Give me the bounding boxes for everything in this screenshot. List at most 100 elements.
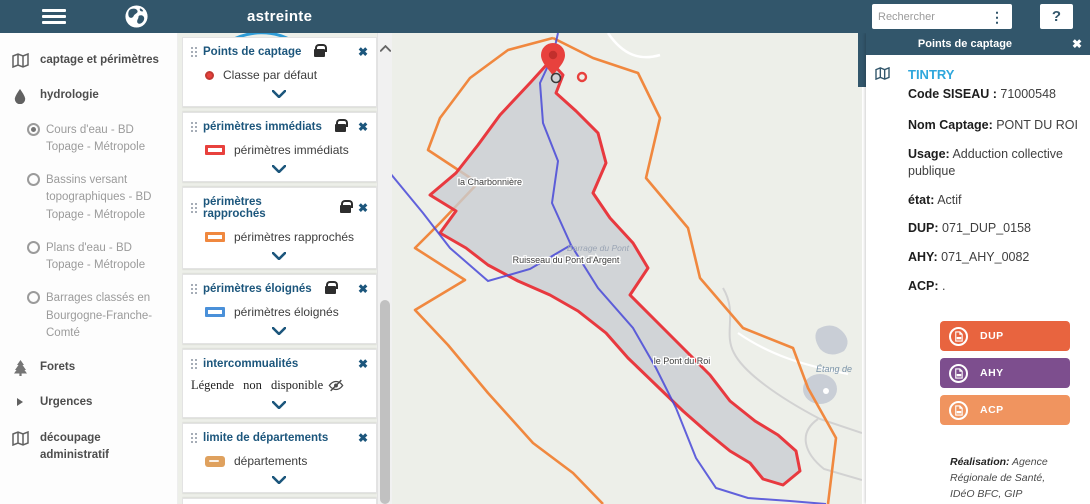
- document-buttons: DUP AHY ACP: [940, 321, 1070, 425]
- lock-icon: [314, 49, 325, 57]
- sidebar-item-label: Plans d'eau - BD Topage - Métropole: [46, 240, 169, 275]
- legend-swatch: [205, 456, 225, 467]
- layer-card-p-rim-tres-rapproch-s: périmètres rapprochés ✖ périmètres rappr…: [182, 187, 377, 269]
- map-label: Ruisseau du Pont d'Argent: [513, 255, 620, 265]
- legend-swatch: [205, 71, 214, 80]
- layers-panel-scrollbar[interactable]: [377, 33, 392, 504]
- radio: [0, 172, 46, 186]
- info-panel-title: Points de captage: [866, 38, 1064, 50]
- info-panel-body: TINTRY Code SISEAU : 71000548 Nom Captage…: [866, 55, 1090, 504]
- lock-icon: [335, 124, 346, 132]
- legend-label: périmètres immédiats: [234, 143, 349, 157]
- sidebar-item-cours-d-eau-bd-topage-m-trop[interactable]: Cours d'eau - BD Topage - Métropole: [0, 114, 177, 165]
- detail-label: AHY:: [908, 250, 938, 264]
- ahy-pdf-button[interactable]: AHY: [940, 358, 1070, 388]
- detail-label: Nom Captage:: [908, 118, 993, 132]
- sidebar-item-barrages-class-s-en-bourgogn[interactable]: Barrages classés en Bourgogne-Franche-Co…: [0, 282, 177, 350]
- sidebar-item-bassins-versant-topographiqu[interactable]: Bassins versant topographiques - BD Topa…: [0, 164, 177, 232]
- drag-handle-icon[interactable]: [191, 122, 193, 124]
- search-options-kebab-icon[interactable]: ⋮: [988, 10, 1006, 24]
- layer-card-limite-de-d-partements: limite de départements ✖ départements: [182, 423, 377, 493]
- detail-value: 071_DUP_0158: [939, 221, 1031, 235]
- drag-handle-icon[interactable]: [191, 284, 193, 286]
- search-input[interactable]: [878, 11, 988, 23]
- layer-close-icon[interactable]: ✖: [358, 283, 368, 295]
- info-panel-side-tab: [858, 33, 866, 87]
- pdf-button-label: DUP: [980, 330, 1004, 342]
- detail-row: Code SISEAU : 71000548: [908, 86, 1078, 103]
- layer-close-icon[interactable]: ✖: [358, 46, 368, 58]
- pdf-file-icon: [949, 364, 968, 383]
- layers-legend-panel: Points de captage ✖ Classe par défaut pé…: [182, 37, 377, 504]
- detail-value: Actif: [934, 193, 961, 207]
- layer-card-commune: commune ✖: [182, 498, 377, 504]
- sidebar-item-hydrologie[interactable]: hydrologie: [0, 78, 177, 113]
- sidebar-item-label: Bassins versant topographiques - BD Topa…: [46, 172, 169, 224]
- radio: [0, 240, 46, 254]
- layer-expand-chevron-icon[interactable]: [189, 470, 368, 488]
- dup-pdf-button[interactable]: DUP: [940, 321, 1070, 351]
- sidebar-item-plans-d-eau-bd-topage-m-trop[interactable]: Plans d'eau - BD Topage - Métropole: [0, 232, 177, 283]
- hamburger-menu-icon[interactable]: [42, 9, 66, 24]
- search-box: ⋮: [872, 4, 1012, 29]
- layer-expand-chevron-icon[interactable]: [189, 159, 368, 177]
- pdf-file-icon: [949, 327, 968, 346]
- layer-close-icon[interactable]: ✖: [358, 358, 368, 370]
- legend-label: périmètres éloignés: [234, 305, 339, 319]
- layer-close-icon[interactable]: ✖: [358, 202, 368, 214]
- captage-details: Code SISEAU : 71000548Nom Captage: PONT …: [908, 86, 1078, 295]
- layer-legend: périmètres éloignés: [205, 305, 368, 319]
- scrollbar-thumb[interactable]: [380, 300, 390, 504]
- drag-handle-icon[interactable]: [191, 433, 193, 435]
- detail-row: DUP: 071_DUP_0158: [908, 220, 1078, 237]
- eye-slash-icon[interactable]: [328, 379, 344, 392]
- scroll-up-icon[interactable]: [380, 39, 391, 57]
- legend-swatch: [205, 307, 225, 317]
- drag-handle-icon[interactable]: [191, 203, 193, 205]
- acp-pdf-button[interactable]: ACP: [940, 395, 1070, 425]
- drag-handle-icon[interactable]: [191, 47, 193, 49]
- layer-title: limite de départements: [203, 432, 328, 444]
- globe-logo-icon: [124, 4, 149, 29]
- droplet-icon: [0, 87, 40, 104]
- drag-handle-icon[interactable]: [191, 359, 193, 361]
- layer-tree-sidebar: captage et périmètres hydrologie Cours d…: [0, 33, 178, 504]
- layer-close-icon[interactable]: ✖: [358, 121, 368, 133]
- tree-icon: [0, 359, 40, 376]
- legend-unavailable: Légende non disponible: [191, 378, 344, 393]
- sidebar-item-captage-et-p-rim-tres[interactable]: captage et périmètres: [0, 43, 177, 78]
- layer-expand-chevron-icon[interactable]: [189, 246, 368, 264]
- info-panel-header: Points de captage ✖: [866, 33, 1090, 55]
- sidebar-item-urgences[interactable]: Urgences: [0, 385, 177, 420]
- map-label: le Pont du Roi: [654, 356, 711, 366]
- detail-label: état:: [908, 193, 934, 207]
- legend-label: départements: [234, 454, 307, 468]
- layer-card-p-rim-tres-imm-diats: périmètres immédiats ✖ périmètres immédi…: [182, 112, 377, 182]
- info-panel-close-icon[interactable]: ✖: [1064, 37, 1090, 51]
- navbar: astreinte ⋮ ?: [0, 0, 1090, 33]
- map-icon[interactable]: [875, 67, 890, 80]
- pdf-button-label: AHY: [980, 367, 1004, 379]
- legend-unavailable-text: Légende non disponible: [191, 378, 323, 393]
- captage-name: TINTRY: [908, 67, 1078, 82]
- layer-close-icon[interactable]: ✖: [358, 432, 368, 444]
- legend-label: Classe par défaut: [223, 68, 317, 82]
- map-icon: [0, 430, 40, 446]
- sidebar-item-d-coupage-administratif[interactable]: découpage administratif: [0, 421, 177, 474]
- legend-label: périmètres rapprochés: [234, 230, 354, 244]
- layer-expand-chevron-icon[interactable]: [189, 321, 368, 339]
- layer-legend: départements: [205, 454, 368, 468]
- layer-card-points-de-captage: Points de captage ✖ Classe par défaut: [182, 37, 377, 107]
- sidebar-item-forets[interactable]: Forets: [0, 350, 177, 385]
- detail-label: Code SISEAU :: [908, 87, 997, 101]
- help-button[interactable]: ?: [1040, 4, 1073, 29]
- detail-label: Usage:: [908, 147, 950, 161]
- layer-expand-chevron-icon[interactable]: [189, 84, 368, 102]
- credits-footer: Réalisation: Agence Régionale de Santé, …: [950, 455, 1068, 504]
- layer-title: périmètres immédiats: [203, 121, 322, 133]
- app-root: astreinte ⋮ ?: [0, 0, 1090, 504]
- detail-row: ACP: .: [908, 278, 1078, 295]
- sidebar-item-label: captage et périmètres: [40, 52, 163, 69]
- layer-expand-chevron-icon[interactable]: [189, 395, 368, 413]
- map-label: la Charbonnière: [458, 177, 522, 187]
